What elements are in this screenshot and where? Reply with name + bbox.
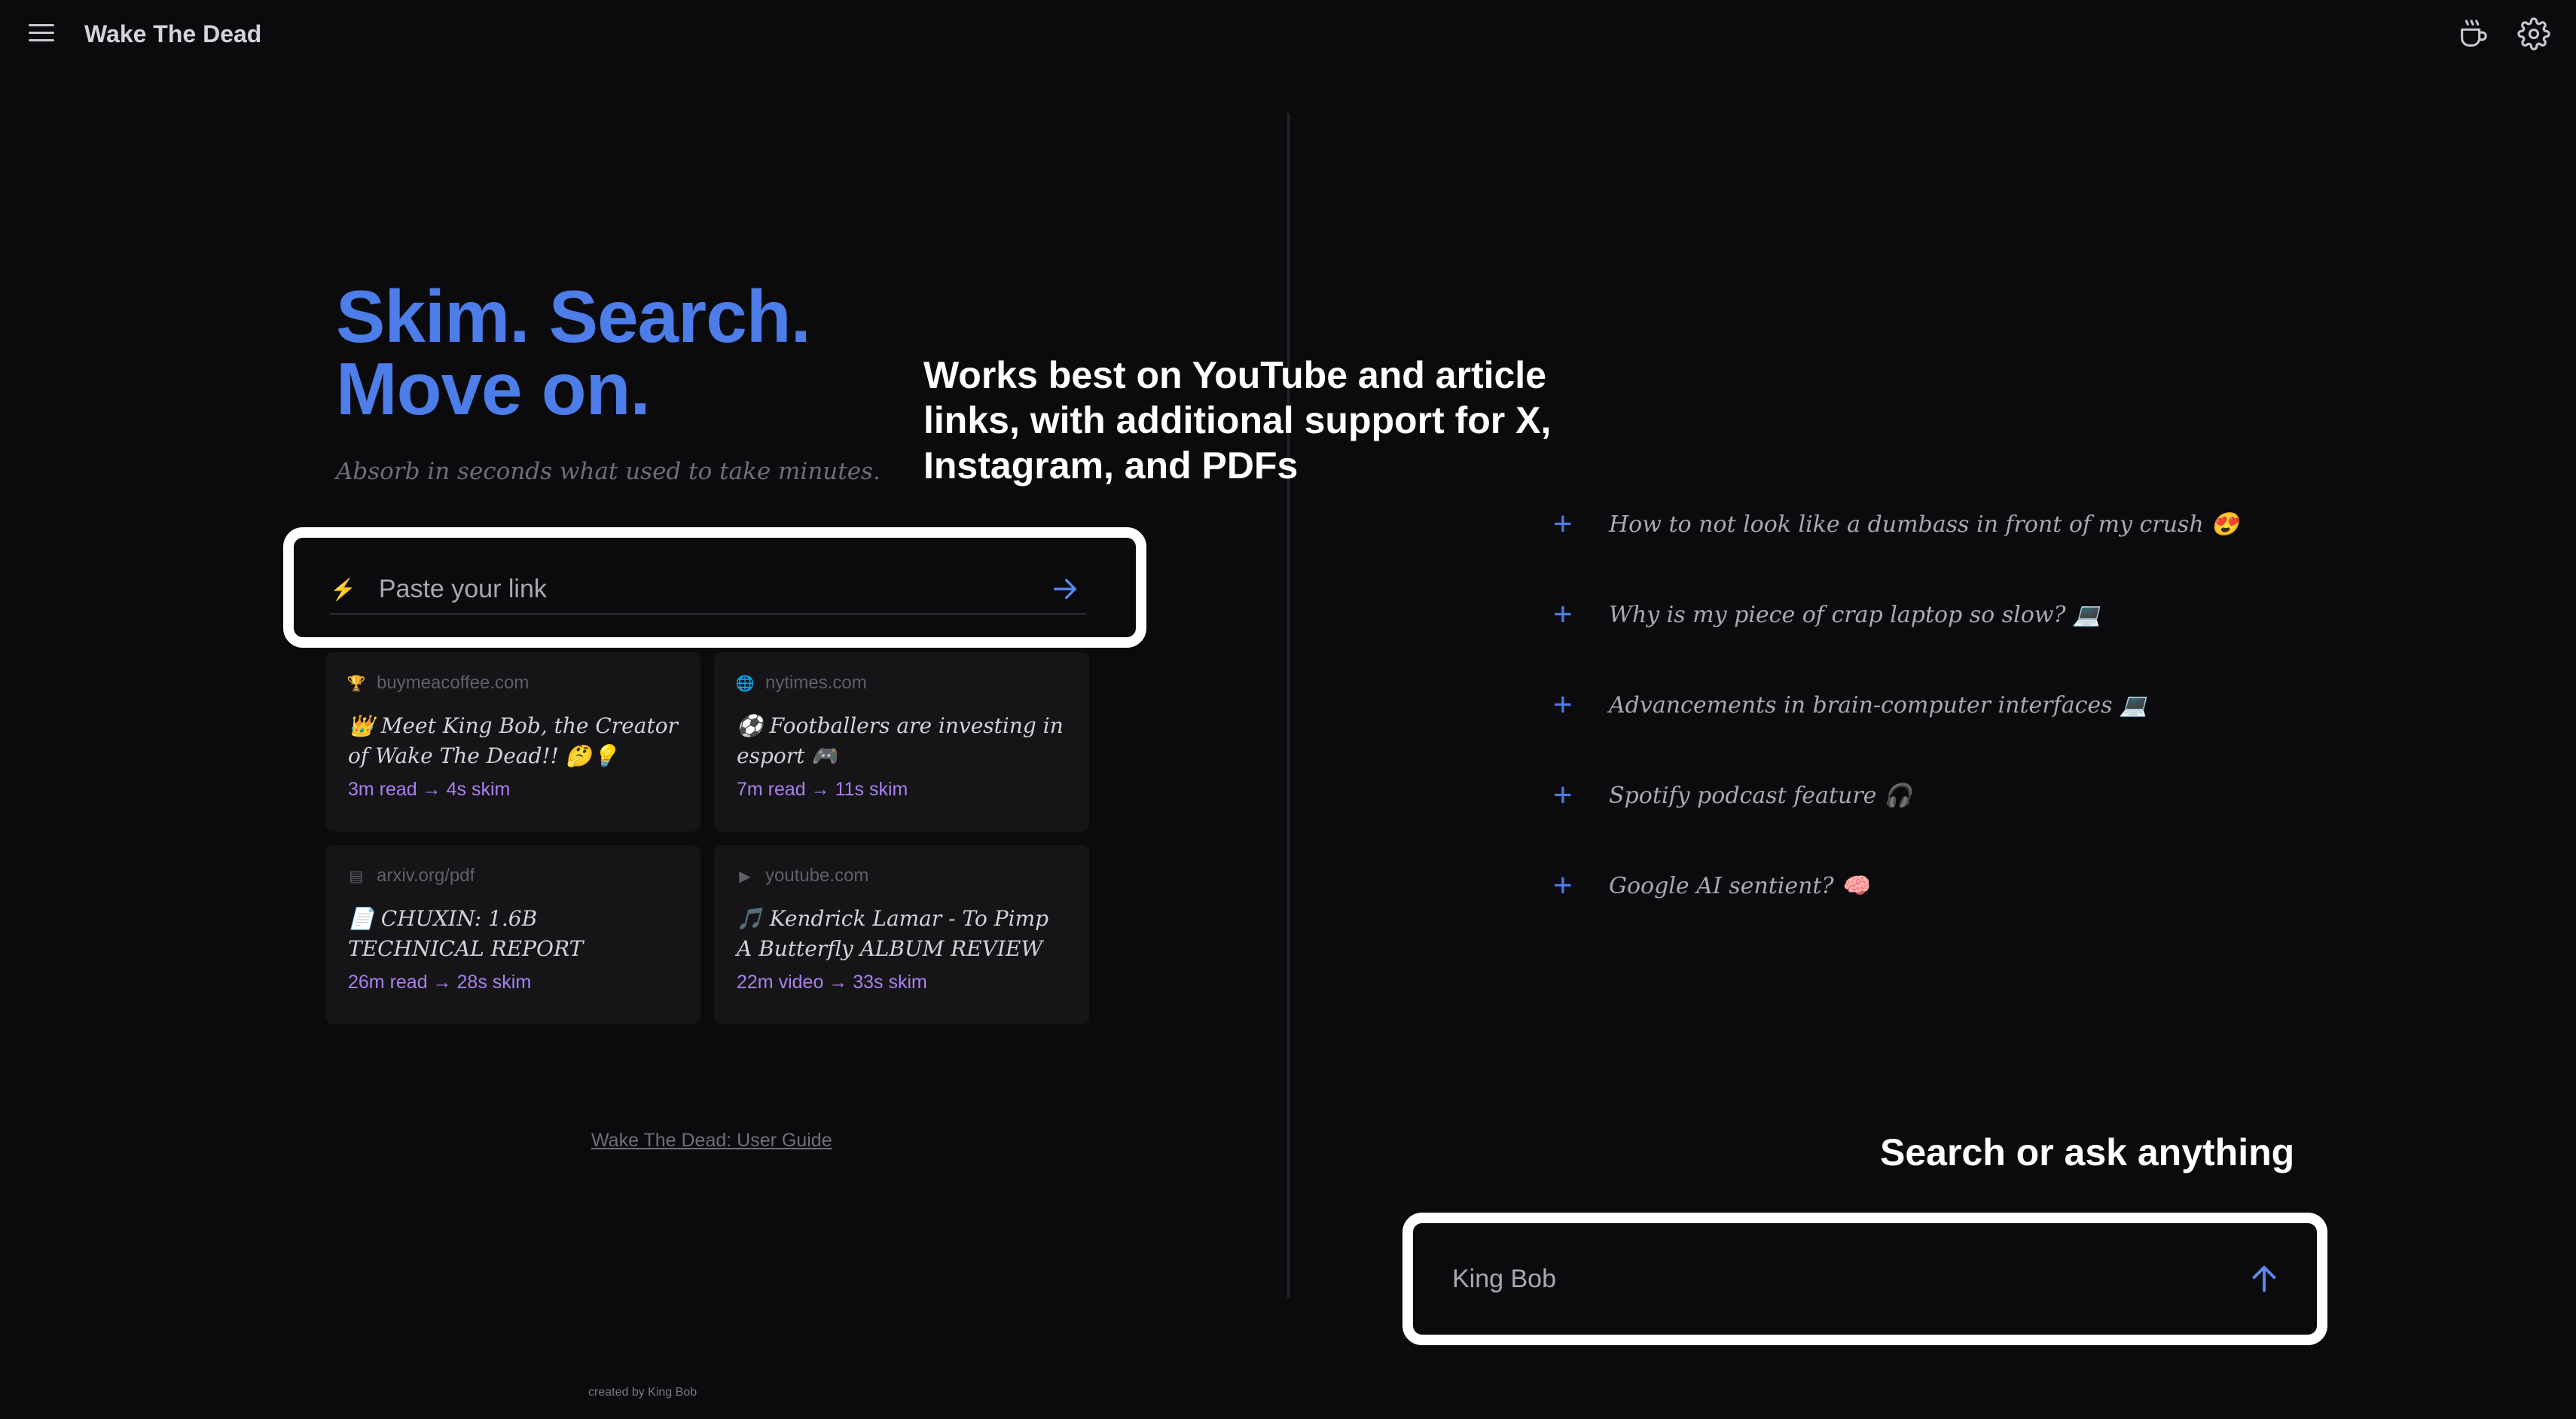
hero-tagline: Absorb in seconds what used to take minu… — [336, 458, 881, 485]
link-support-annotation: Works best on YouTube and article links,… — [923, 354, 1552, 487]
card-read-time: 22m video → 33s skim — [737, 972, 927, 993]
search-box — [1402, 1213, 2327, 1345]
plus-icon: + — [1553, 596, 1573, 633]
card-source-label: arxiv.org/pdf — [377, 865, 475, 886]
example-card-buymeacoffee[interactable]: 🏆 buymeacoffee.com 👑 Meet King Bob, the … — [325, 652, 700, 832]
card-source: 🏆 buymeacoffee.com — [346, 672, 678, 694]
card-read-time: 3m read → 4s skim — [348, 779, 511, 800]
arrow-up-icon — [2252, 1265, 2276, 1292]
hero-heading: Skim. Search. Move on. — [336, 275, 811, 430]
globe-icon: 🌐 — [735, 675, 755, 692]
example-card-arxiv[interactable]: ▤ arxiv.org/pdf 📄 CHUXIN: 1.6B TECHNICAL… — [325, 845, 700, 1024]
search-annotation: Search or ask anything — [1880, 1131, 2295, 1173]
card-title: ⚽ Footballers are investing in esport 🎮 — [737, 713, 1064, 768]
suggestion-text: Why is my piece of crap laptop so slow? … — [1609, 601, 2101, 628]
search-input[interactable] — [1451, 1263, 2242, 1295]
link-input-row: ⚡ — [330, 565, 1086, 615]
settings-button[interactable] — [2513, 13, 2555, 55]
card-source: ▶ youtube.com — [737, 865, 1067, 887]
card-source-label: nytimes.com — [765, 673, 867, 693]
card-source: 🌐 nytimes.com — [735, 672, 1067, 694]
arrow-right-icon — [1054, 578, 1076, 600]
column-divider — [1287, 113, 1290, 1298]
card-title: 👑 Meet King Bob, the Creator of Wake The… — [348, 713, 678, 768]
suggestion-text: How to not look like a dumbass in front … — [1609, 511, 2239, 538]
card-title: 🎵 Kendrick Lamar - To Pimp A Butterfly A… — [737, 906, 1049, 961]
card-source-label: buymeacoffee.com — [377, 673, 530, 693]
suggestion-text: Google AI sentient? 🧠 — [1609, 872, 1869, 899]
example-card-nytimes[interactable]: 🌐 nytimes.com ⚽ Footballers are investin… — [714, 652, 1089, 832]
card-read-time: 7m read → 11s skim — [737, 779, 908, 800]
link-submit-button[interactable] — [1044, 568, 1086, 610]
link-input-box: ⚡ — [283, 527, 1146, 648]
document-icon: ▤ — [349, 868, 364, 885]
search-submit-button[interactable] — [2242, 1256, 2287, 1302]
plus-icon: + — [1553, 777, 1573, 813]
suggestion-text: Advancements in brain-computer interface… — [1609, 691, 2148, 719]
creator-credit: created by King Bob — [588, 1386, 697, 1399]
plus-icon: + — [1553, 686, 1573, 723]
youtube-icon: ▶ — [739, 868, 751, 885]
plus-icon: + — [1553, 867, 1573, 904]
app-title: Wake The Dead — [84, 20, 262, 47]
lightning-icon: ⚡ — [330, 577, 356, 601]
hero-line-2: Move on. — [336, 347, 651, 430]
trophy-icon: 🏆 — [346, 675, 366, 692]
plus-icon: + — [1553, 505, 1573, 542]
buy-coffee-button[interactable] — [2452, 13, 2495, 55]
suggestion-text: Spotify podcast feature 🎧 — [1609, 782, 1912, 809]
link-input[interactable] — [377, 573, 1044, 605]
example-card-youtube[interactable]: ▶ youtube.com 🎵 Kendrick Lamar - To Pimp… — [714, 845, 1089, 1024]
suggestion-item[interactable]: + Advancements in brain-computer interfa… — [1553, 686, 2148, 723]
menu-button[interactable] — [23, 17, 62, 51]
gear-icon — [2517, 17, 2550, 50]
suggestion-item[interactable]: + Spotify podcast feature 🎧 — [1553, 777, 1912, 813]
suggestion-item[interactable]: + How to not look like a dumbass in fron… — [1553, 505, 2239, 542]
card-source-label: youtube.com — [765, 865, 869, 886]
suggestion-item[interactable]: + Why is my piece of crap laptop so slow… — [1553, 596, 2101, 633]
user-guide-link[interactable]: Wake The Dead: User Guide — [591, 1130, 832, 1152]
hero-line-1: Skim. Search. — [336, 275, 811, 358]
card-read-time: 26m read → 28s skim — [348, 972, 532, 993]
coffee-cup-icon — [2461, 20, 2487, 47]
suggestion-item[interactable]: + Google AI sentient? 🧠 — [1553, 867, 1869, 904]
card-source: ▤ arxiv.org/pdf — [348, 865, 678, 887]
card-title: 📄 CHUXIN: 1.6B TECHNICAL REPORT — [348, 906, 584, 961]
